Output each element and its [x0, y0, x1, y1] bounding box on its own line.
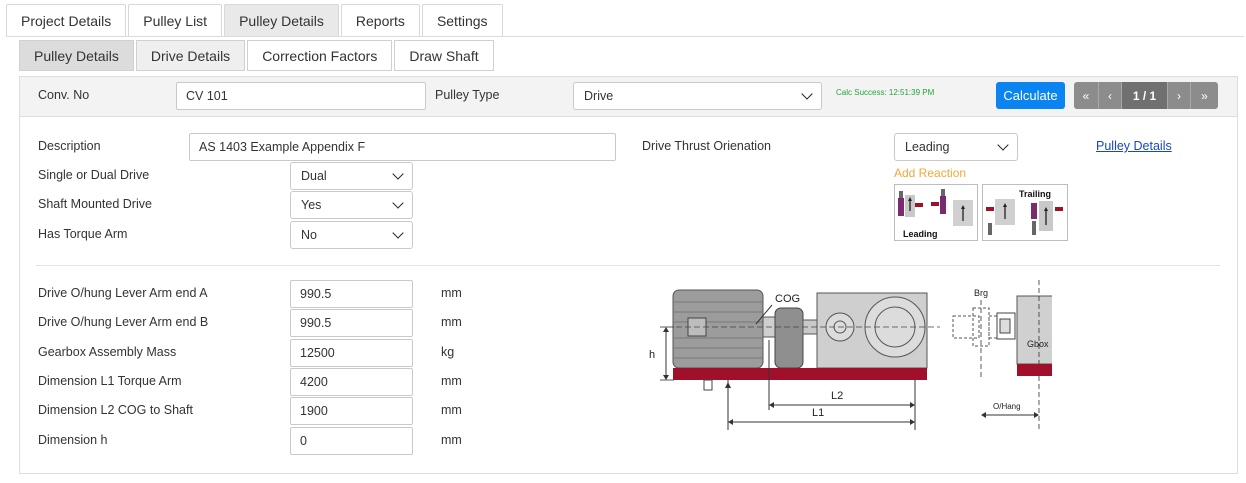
- add-reaction-text: Add Reaction: [894, 166, 967, 180]
- description-input[interactable]: AS 1403 Example Appendix F: [189, 133, 616, 161]
- toolbar: Conv. No CV 101 Pulley Type Drive Calc S…: [20, 77, 1237, 117]
- dimension-unit: kg: [441, 345, 455, 359]
- calculate-button[interactable]: Calculate: [996, 82, 1065, 109]
- trailing-reaction-image[interactable]: Trailing: [982, 184, 1068, 241]
- next-page-button[interactable]: ›: [1168, 82, 1191, 109]
- dimension-unit: mm: [441, 433, 462, 447]
- thrust-value: Leading: [905, 140, 950, 154]
- brg-label: Brg: [974, 288, 988, 298]
- chevron-down-icon: [997, 139, 1009, 151]
- ohang-label: O/Hang: [993, 402, 1021, 411]
- torque-arm-select[interactable]: No: [290, 221, 413, 249]
- h-label: h: [649, 349, 655, 361]
- chevron-down-icon: [392, 227, 404, 239]
- base-plate: [673, 368, 927, 380]
- pulley-type-select[interactable]: Drive: [573, 82, 822, 110]
- dimension-label: Dimension L2 COG to Shaft: [38, 403, 193, 417]
- shaft-mounted-value: Yes: [301, 198, 322, 212]
- l2-label: L2: [831, 390, 843, 402]
- chevron-down-icon: [392, 197, 404, 209]
- gbox-label: Gbox: [1027, 339, 1049, 349]
- subtab-draw-shaft[interactable]: Draw Shaft: [394, 40, 494, 71]
- dimension-label: Dimension L1 Torque Arm: [38, 374, 182, 388]
- drive-arrangement-diagram: COG h L2 L1 Brg Gbox O/Hang: [649, 280, 1052, 430]
- leading-diagram-icon: Leading: [898, 189, 973, 239]
- pulley-type-value: Drive: [584, 89, 614, 103]
- drive-type-value: Dual: [301, 169, 327, 183]
- main-tabs: Project Details Pulley List Pulley Detai…: [6, 4, 505, 37]
- leading-caption: Leading: [903, 229, 938, 239]
- pager: « ‹ 1 / 1 › »: [1074, 82, 1218, 109]
- first-page-button[interactable]: «: [1074, 82, 1099, 109]
- tab-pulley-list[interactable]: Pulley List: [128, 4, 223, 37]
- l1-label: L1: [812, 407, 824, 419]
- drive-details-panel: Conv. No CV 101 Pulley Type Drive Calc S…: [19, 76, 1238, 474]
- dimension-unit: mm: [441, 403, 462, 417]
- dimension-label: Gearbox Assembly Mass: [38, 345, 177, 359]
- dimension-label: Drive O/hung Lever Arm end A: [38, 286, 208, 300]
- thrust-select[interactable]: Leading: [894, 133, 1018, 161]
- section-divider: [36, 265, 1220, 266]
- cog-label: COG: [775, 293, 800, 305]
- drive-type-label: Single or Dual Drive: [38, 168, 150, 182]
- prev-page-button[interactable]: ‹: [1099, 82, 1122, 109]
- calc-status: Calc Success: 12:51:39 PM: [836, 88, 935, 97]
- dimension-unit: mm: [441, 315, 462, 329]
- thrust-label: Drive Thrust Orienation: [642, 139, 771, 153]
- shaft-mounted-select[interactable]: Yes: [290, 191, 413, 219]
- dimension-unit: mm: [441, 374, 462, 388]
- gbox-shape: [1016, 295, 1052, 365]
- subtab-pulley-details[interactable]: Pulley Details: [19, 40, 134, 71]
- leading-reaction-image[interactable]: Leading: [894, 184, 978, 241]
- dimension-label: Dimension h: [38, 433, 108, 447]
- tab-divider: [6, 36, 1244, 37]
- pulley-type-label: Pulley Type: [435, 88, 500, 102]
- tab-project-details[interactable]: Project Details: [6, 4, 127, 37]
- last-page-button[interactable]: »: [1191, 82, 1218, 109]
- subtab-correction-factors[interactable]: Correction Factors: [247, 40, 393, 71]
- dimension-input[interactable]: 990.5: [290, 309, 413, 337]
- dimension-label: Drive O/hung Lever Arm end B: [38, 315, 209, 329]
- torque-arm-label: Has Torque Arm: [38, 227, 128, 241]
- pulley-details-link[interactable]: Pulley Details: [1096, 139, 1172, 153]
- description-label: Description: [38, 139, 101, 153]
- chevron-down-icon: [801, 88, 813, 100]
- shaft-mounted-label: Shaft Mounted Drive: [38, 197, 152, 211]
- dimension-input[interactable]: 1900: [290, 397, 413, 425]
- tab-reports[interactable]: Reports: [340, 4, 420, 37]
- trailing-diagram-icon: Trailing: [986, 189, 1063, 235]
- drive-type-select[interactable]: Dual: [290, 162, 413, 190]
- torque-arm-value: No: [301, 228, 317, 242]
- conv-no-input[interactable]: CV 101: [176, 82, 426, 110]
- dimension-input[interactable]: 4200: [290, 368, 413, 396]
- sub-tabs: Pulley Details Drive Details Correction …: [19, 40, 496, 71]
- dimension-input[interactable]: 990.5: [290, 280, 413, 308]
- dimension-input[interactable]: 0: [290, 427, 413, 455]
- tab-settings[interactable]: Settings: [421, 4, 503, 37]
- trailing-caption: Trailing: [1019, 189, 1051, 199]
- subtab-drive-details[interactable]: Drive Details: [135, 40, 246, 71]
- conv-no-label: Conv. No: [38, 88, 90, 102]
- dimension-input[interactable]: 12500: [290, 339, 413, 367]
- page-indicator: 1 / 1: [1122, 82, 1168, 109]
- tab-pulley-details[interactable]: Pulley Details: [224, 4, 339, 37]
- chevron-down-icon: [392, 168, 404, 180]
- dimension-unit: mm: [441, 286, 462, 300]
